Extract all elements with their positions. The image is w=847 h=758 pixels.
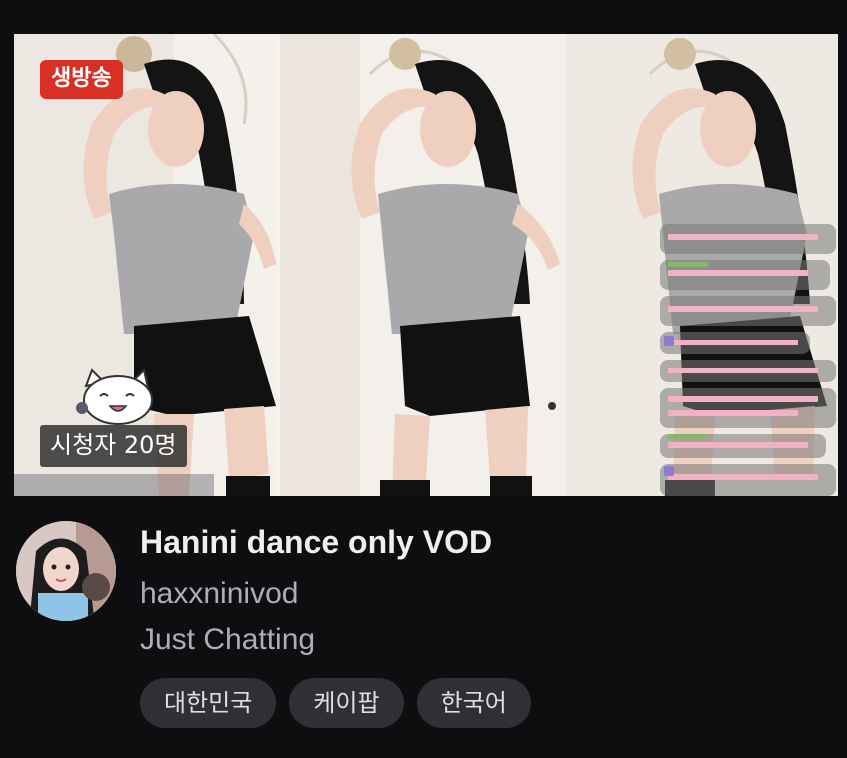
stream-thumbnail[interactable]: 생방송 시청자 20명 xyxy=(14,34,838,496)
tag-chip[interactable]: 케이팝 xyxy=(289,678,404,728)
channel-name[interactable]: haxxninivod xyxy=(140,574,298,614)
tag-list: 대한민국 케이팝 한국어 xyxy=(140,678,531,728)
tag-chip[interactable]: 대한민국 xyxy=(140,678,277,728)
stream-category[interactable]: Just Chatting xyxy=(140,620,315,660)
live-badge: 생방송 xyxy=(40,60,123,99)
stream-card: 생방송 시청자 20명 Hanini dance only VOD haxxni… xyxy=(0,0,847,758)
stream-title[interactable]: Hanini dance only VOD xyxy=(140,522,492,562)
tag-chip[interactable]: 한국어 xyxy=(416,678,531,728)
viewer-count-badge: 시청자 20명 xyxy=(40,425,187,467)
cat-mascot-icon xyxy=(74,368,160,428)
chat-overlay xyxy=(660,224,838,496)
channel-avatar[interactable] xyxy=(16,521,116,621)
thumbnail-panel-2 xyxy=(280,34,563,496)
